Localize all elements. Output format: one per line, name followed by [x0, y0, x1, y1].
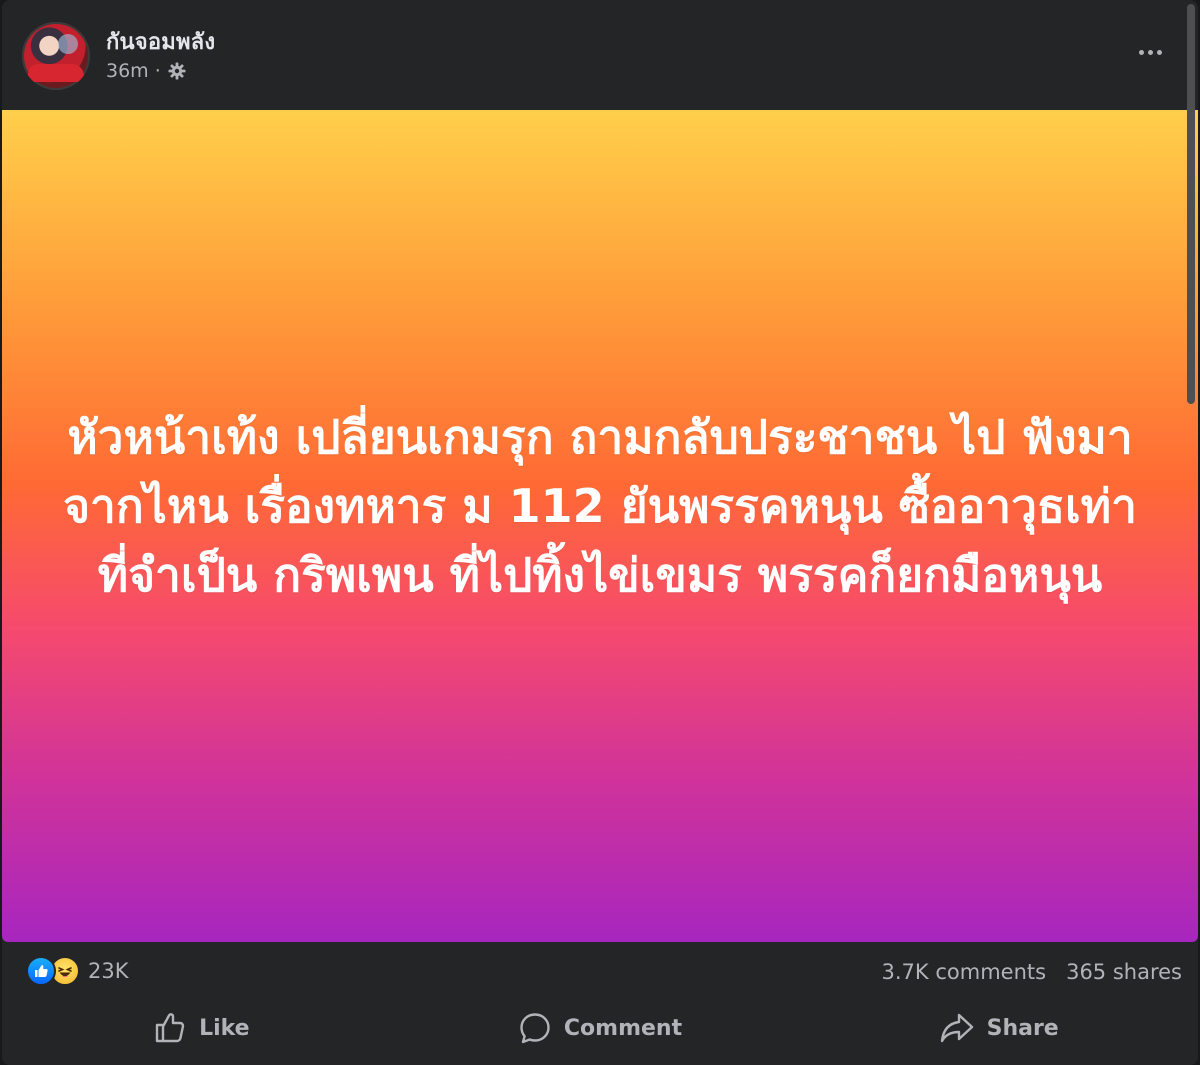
- reactions-summary[interactable]: 23K: [26, 956, 129, 986]
- comments-count-link[interactable]: 3.7K comments: [882, 960, 1047, 984]
- like-button[interactable]: Like: [2, 1002, 401, 1054]
- thumbs-up-icon: [153, 1011, 187, 1045]
- post-time[interactable]: 36m: [106, 60, 149, 82]
- like-reaction-icon: [26, 956, 56, 986]
- post-meta: 36m ·: [106, 60, 187, 82]
- more-options-icon: [1138, 49, 1144, 55]
- avatar-highlight: [58, 34, 78, 54]
- comment-button[interactable]: Comment: [401, 1002, 800, 1054]
- more-options-dot: [1147, 49, 1153, 55]
- post-actions-bar: Like Comment Share: [2, 1002, 1198, 1054]
- more-options-button[interactable]: [1130, 34, 1170, 70]
- engagement-counts: 3.7K comments 365 shares: [882, 960, 1182, 984]
- post-card: กันจอมพลัง 36m · หัวหน้าเท้ง เปลี่ยนเกมร…: [2, 0, 1198, 1065]
- comment-label: Comment: [563, 1015, 683, 1041]
- avatar-car-shape: [28, 64, 84, 82]
- scrollbar-thumb[interactable]: [1187, 4, 1195, 404]
- share-label: Share: [986, 1015, 1059, 1041]
- share-arrow-icon: [939, 1011, 975, 1045]
- comment-bubble-icon: [518, 1011, 552, 1045]
- meta-separator: ·: [154, 60, 161, 82]
- post-background-canvas[interactable]: หัวหน้าเท้ง เปลี่ยนเกมรุก ถามกลับประชาชน…: [2, 110, 1198, 942]
- post-text: หัวหน้าเท้ง เปลี่ยนเกมรุก ถามกลับประชาชน…: [63, 409, 1137, 602]
- author-avatar[interactable]: [22, 22, 90, 90]
- more-options-dot: [1156, 49, 1162, 55]
- post-stats-bar: 23K 3.7K comments 365 shares: [2, 944, 1198, 1002]
- shares-count-link[interactable]: 365 shares: [1066, 960, 1182, 984]
- post-header: กันจอมพลัง 36m ·: [2, 0, 1198, 110]
- author-name[interactable]: กันจอมพลัง: [106, 24, 215, 59]
- like-label: Like: [199, 1015, 250, 1041]
- share-button[interactable]: Share: [799, 1002, 1198, 1054]
- gear-icon: [167, 61, 187, 81]
- reaction-count: 23K: [88, 959, 129, 983]
- scrollbar[interactable]: [1184, 0, 1198, 410]
